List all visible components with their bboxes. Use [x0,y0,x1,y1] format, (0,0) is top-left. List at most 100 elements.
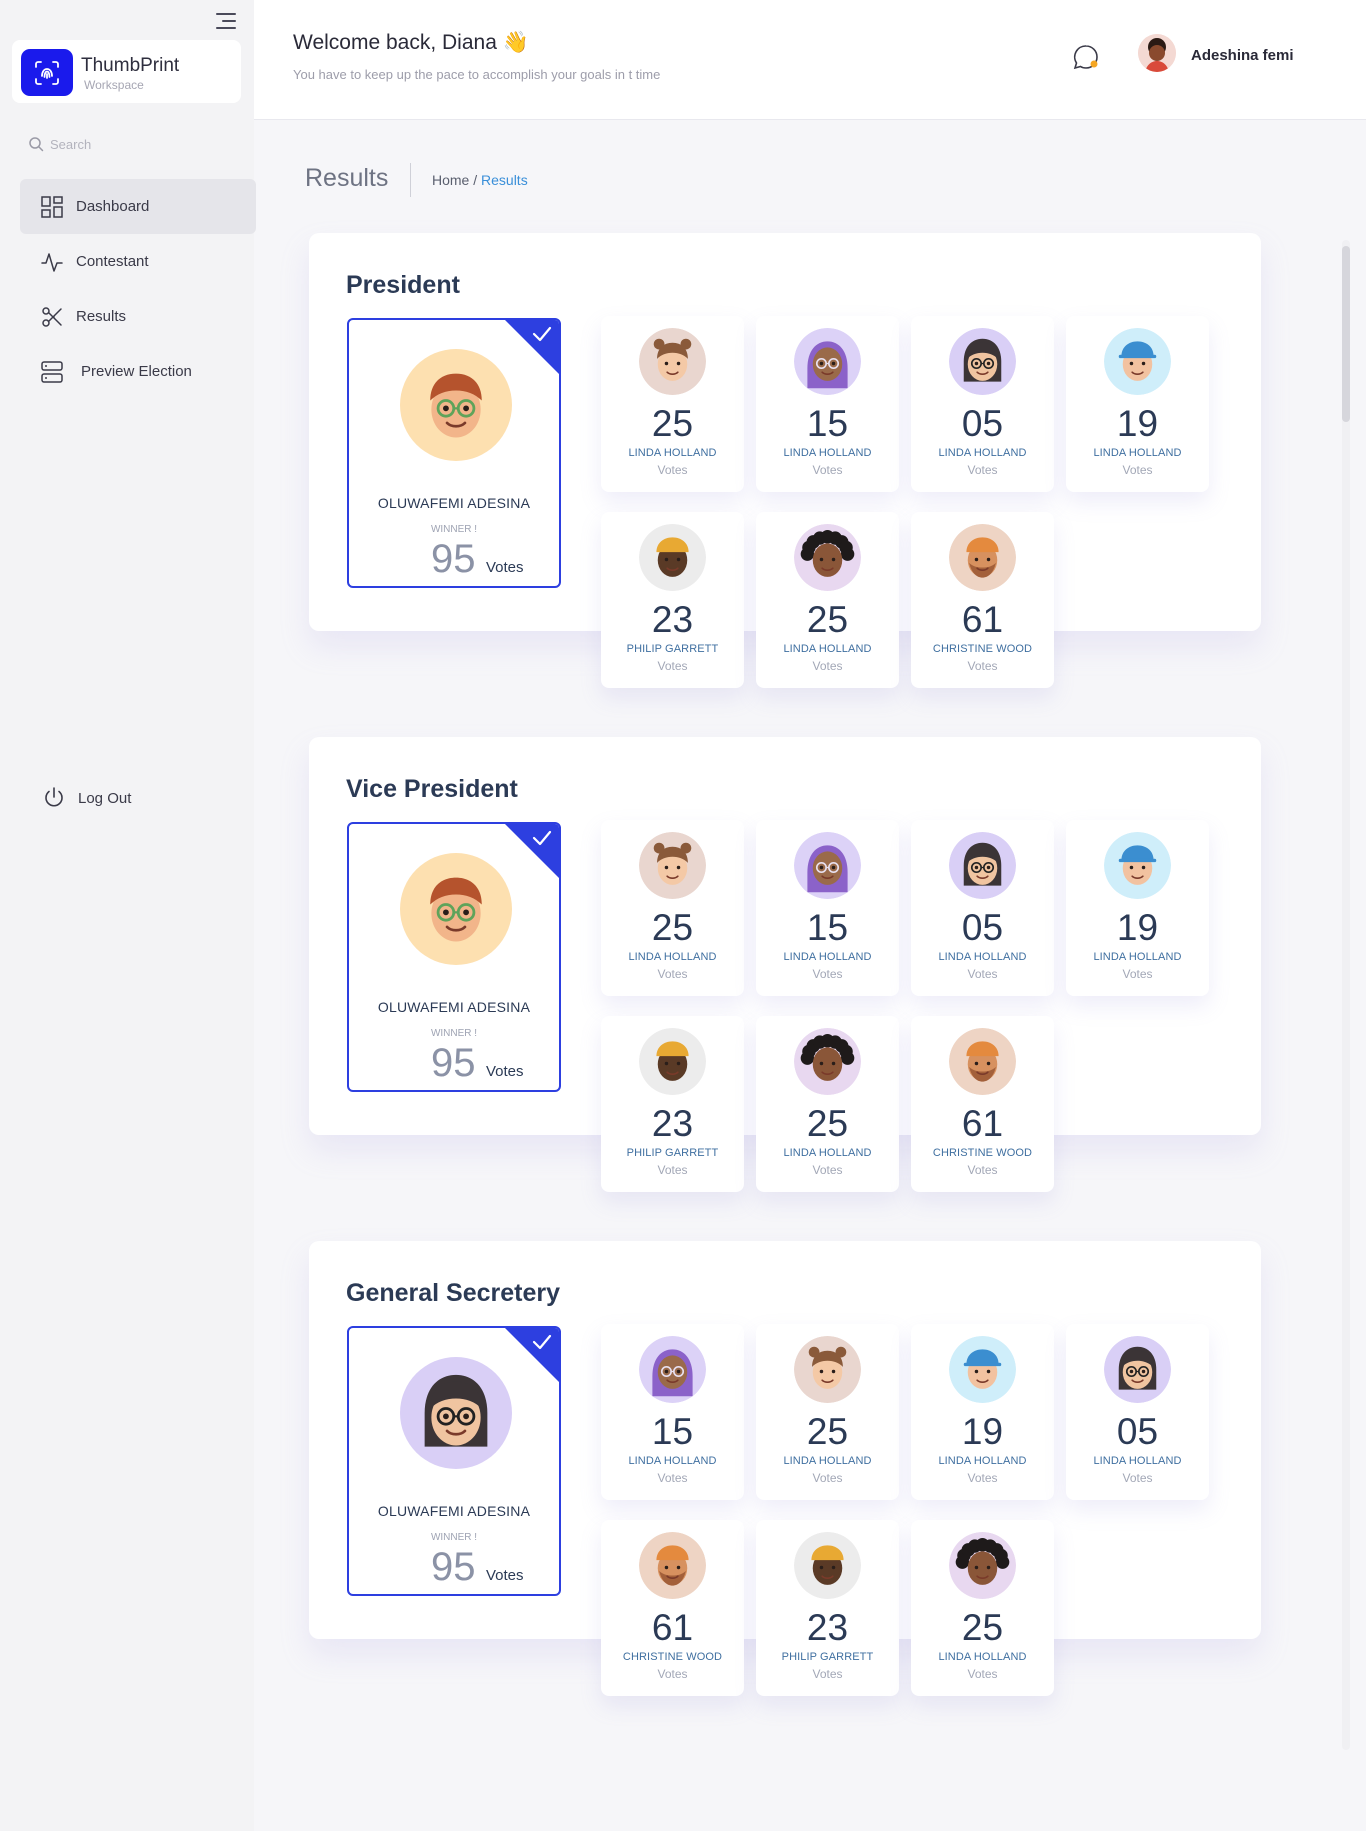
section-title: General Secretery [346,1279,561,1307]
candidate-card[interactable]: 05 LINDA HOLLAND Votes [911,820,1054,996]
candidate-votes: 05 [961,907,1004,948]
candidate-card[interactable]: 25 LINDA HOLLAND Votes [756,1016,899,1192]
candidate-card[interactable]: 19 LINDA HOLLAND Votes [1066,820,1209,996]
candidate-votes: 25 [806,1103,849,1144]
avatar [400,853,512,965]
scissors-icon [40,305,64,329]
candidate-votes-label: Votes [812,1667,843,1681]
candidate-votes-label: Votes [967,1667,998,1681]
candidate-votes-label: Votes [657,1471,688,1485]
candidate-votes-label: Votes [967,1163,998,1177]
candidate-name: LINDA HOLLAND [1093,951,1182,963]
scrollbar-thumb[interactable] [1342,246,1350,422]
sidebar-item-results[interactable]: Results [20,289,256,344]
winner-votes-label: Votes [486,559,524,576]
candidate-votes: 23 [806,1607,849,1648]
candidate-votes: 05 [1116,1411,1159,1452]
candidate-card[interactable]: 25 LINDA HOLLAND Votes [911,1520,1054,1696]
candidate-name: LINDA HOLLAND [783,951,872,963]
scrollbar[interactable] [1342,240,1350,1750]
candidate-card[interactable]: 15 LINDA HOLLAND Votes [756,316,899,492]
candidate-votes-label: Votes [1122,967,1153,981]
candidate-card[interactable]: 25 LINDA HOLLAND Votes [601,820,744,996]
candidate-card[interactable]: 05 LINDA HOLLAND Votes [1066,1324,1209,1500]
top-header: Welcome back, Diana 👋 You have to keep u… [254,0,1366,120]
candidate-card[interactable]: 61 CHRISTINE WOOD Votes [911,512,1054,688]
avatar[interactable] [1138,34,1176,72]
logout-label: Log Out [78,789,132,807]
winner-votes: 95 [431,537,476,581]
candidate-votes: 23 [651,1103,694,1144]
sidebar-item-dashboard[interactable]: Dashboard [20,179,256,234]
candidate-card[interactable]: 61 CHRISTINE WOOD Votes [601,1520,744,1696]
grid-icon [40,195,64,219]
title-divider [410,163,411,197]
candidate-card[interactable]: 25 LINDA HOLLAND Votes [601,316,744,492]
avatar [1104,832,1171,899]
candidate-card[interactable]: 61 CHRISTINE WOOD Votes [911,1016,1054,1192]
candidate-name: LINDA HOLLAND [628,447,717,459]
section-title: President [346,271,460,299]
candidate-votes: 15 [806,907,849,948]
sidebar-item-preview-election[interactable]: Preview Election [20,344,256,399]
search-input[interactable]: Search [28,134,91,154]
avatar [949,1028,1016,1095]
logout-button[interactable]: Log Out [42,786,131,810]
user-name[interactable]: Adeshina femi [1191,47,1294,64]
avatar [949,832,1016,899]
candidate-name: LINDA HOLLAND [938,1455,1027,1467]
sidebar: ThumbPrint Workspace Search Dashboard Co… [0,0,256,1831]
winner-card[interactable]: OLUWAFEMI ADESINA WINNER ! 95 Votes [347,318,561,588]
winner-card[interactable]: OLUWAFEMI ADESINA WINNER ! 95 Votes [347,1326,561,1596]
candidate-card[interactable]: 25 LINDA HOLLAND Votes [756,512,899,688]
avatar [794,1336,861,1403]
candidate-name: PHILIP GARRETT [626,643,719,655]
candidate-votes-label: Votes [967,967,998,981]
brand-name: ThumbPrint [81,55,180,76]
breadcrumb-home[interactable]: Home / [432,172,477,188]
candidate-name: LINDA HOLLAND [783,1147,872,1159]
candidate-votes-label: Votes [657,1163,688,1177]
avatar [794,524,861,591]
sidebar-item-contestant[interactable]: Contestant [20,234,256,289]
breadcrumb-current[interactable]: Results [481,172,528,188]
avatar [639,524,706,591]
candidate-votes-label: Votes [812,1163,843,1177]
candidate-name: LINDA HOLLAND [783,643,872,655]
winner-card[interactable]: OLUWAFEMI ADESINA WINNER ! 95 Votes [347,822,561,1092]
candidate-name: LINDA HOLLAND [1093,1455,1182,1467]
candidate-name: LINDA HOLLAND [628,951,717,963]
welcome-title: Welcome back, Diana 👋 [293,31,529,54]
power-icon [42,786,66,810]
candidate-card[interactable]: 23 PHILIP GARRETT Votes [601,512,744,688]
avatar [949,328,1016,395]
candidate-votes: 15 [806,403,849,444]
check-icon [532,1334,552,1350]
breadcrumb: Home / Results [432,172,528,188]
candidate-votes: 15 [651,1411,694,1452]
candidate-card[interactable]: 25 LINDA HOLLAND Votes [756,1324,899,1500]
avatar [794,832,861,899]
candidate-name: CHRISTINE WOOD [932,643,1033,655]
avatar [400,349,512,461]
winner-name: OLUWAFEMI ADESINA [377,999,531,1015]
candidate-card[interactable]: 23 PHILIP GARRETT Votes [756,1520,899,1696]
candidate-votes-label: Votes [967,659,998,673]
candidate-votes-label: Votes [812,463,843,477]
candidate-card[interactable]: 23 PHILIP GARRETT Votes [601,1016,744,1192]
avatar [639,832,706,899]
candidate-votes-label: Votes [1122,463,1153,477]
candidate-card[interactable]: 19 LINDA HOLLAND Votes [1066,316,1209,492]
candidate-card[interactable]: 15 LINDA HOLLAND Votes [601,1324,744,1500]
candidate-card[interactable]: 15 LINDA HOLLAND Votes [756,820,899,996]
check-icon [532,830,552,846]
avatar [639,1028,706,1095]
brand-card[interactable]: ThumbPrint Workspace [12,40,241,103]
winner-votes: 95 [431,1041,476,1085]
menu-icon[interactable] [216,13,238,31]
brand-subtitle: Workspace [84,78,144,92]
candidate-card[interactable]: 19 LINDA HOLLAND Votes [911,1324,1054,1500]
candidate-card[interactable]: 05 LINDA HOLLAND Votes [911,316,1054,492]
chat-icon[interactable] [1072,43,1100,71]
candidate-votes: 25 [651,907,694,948]
